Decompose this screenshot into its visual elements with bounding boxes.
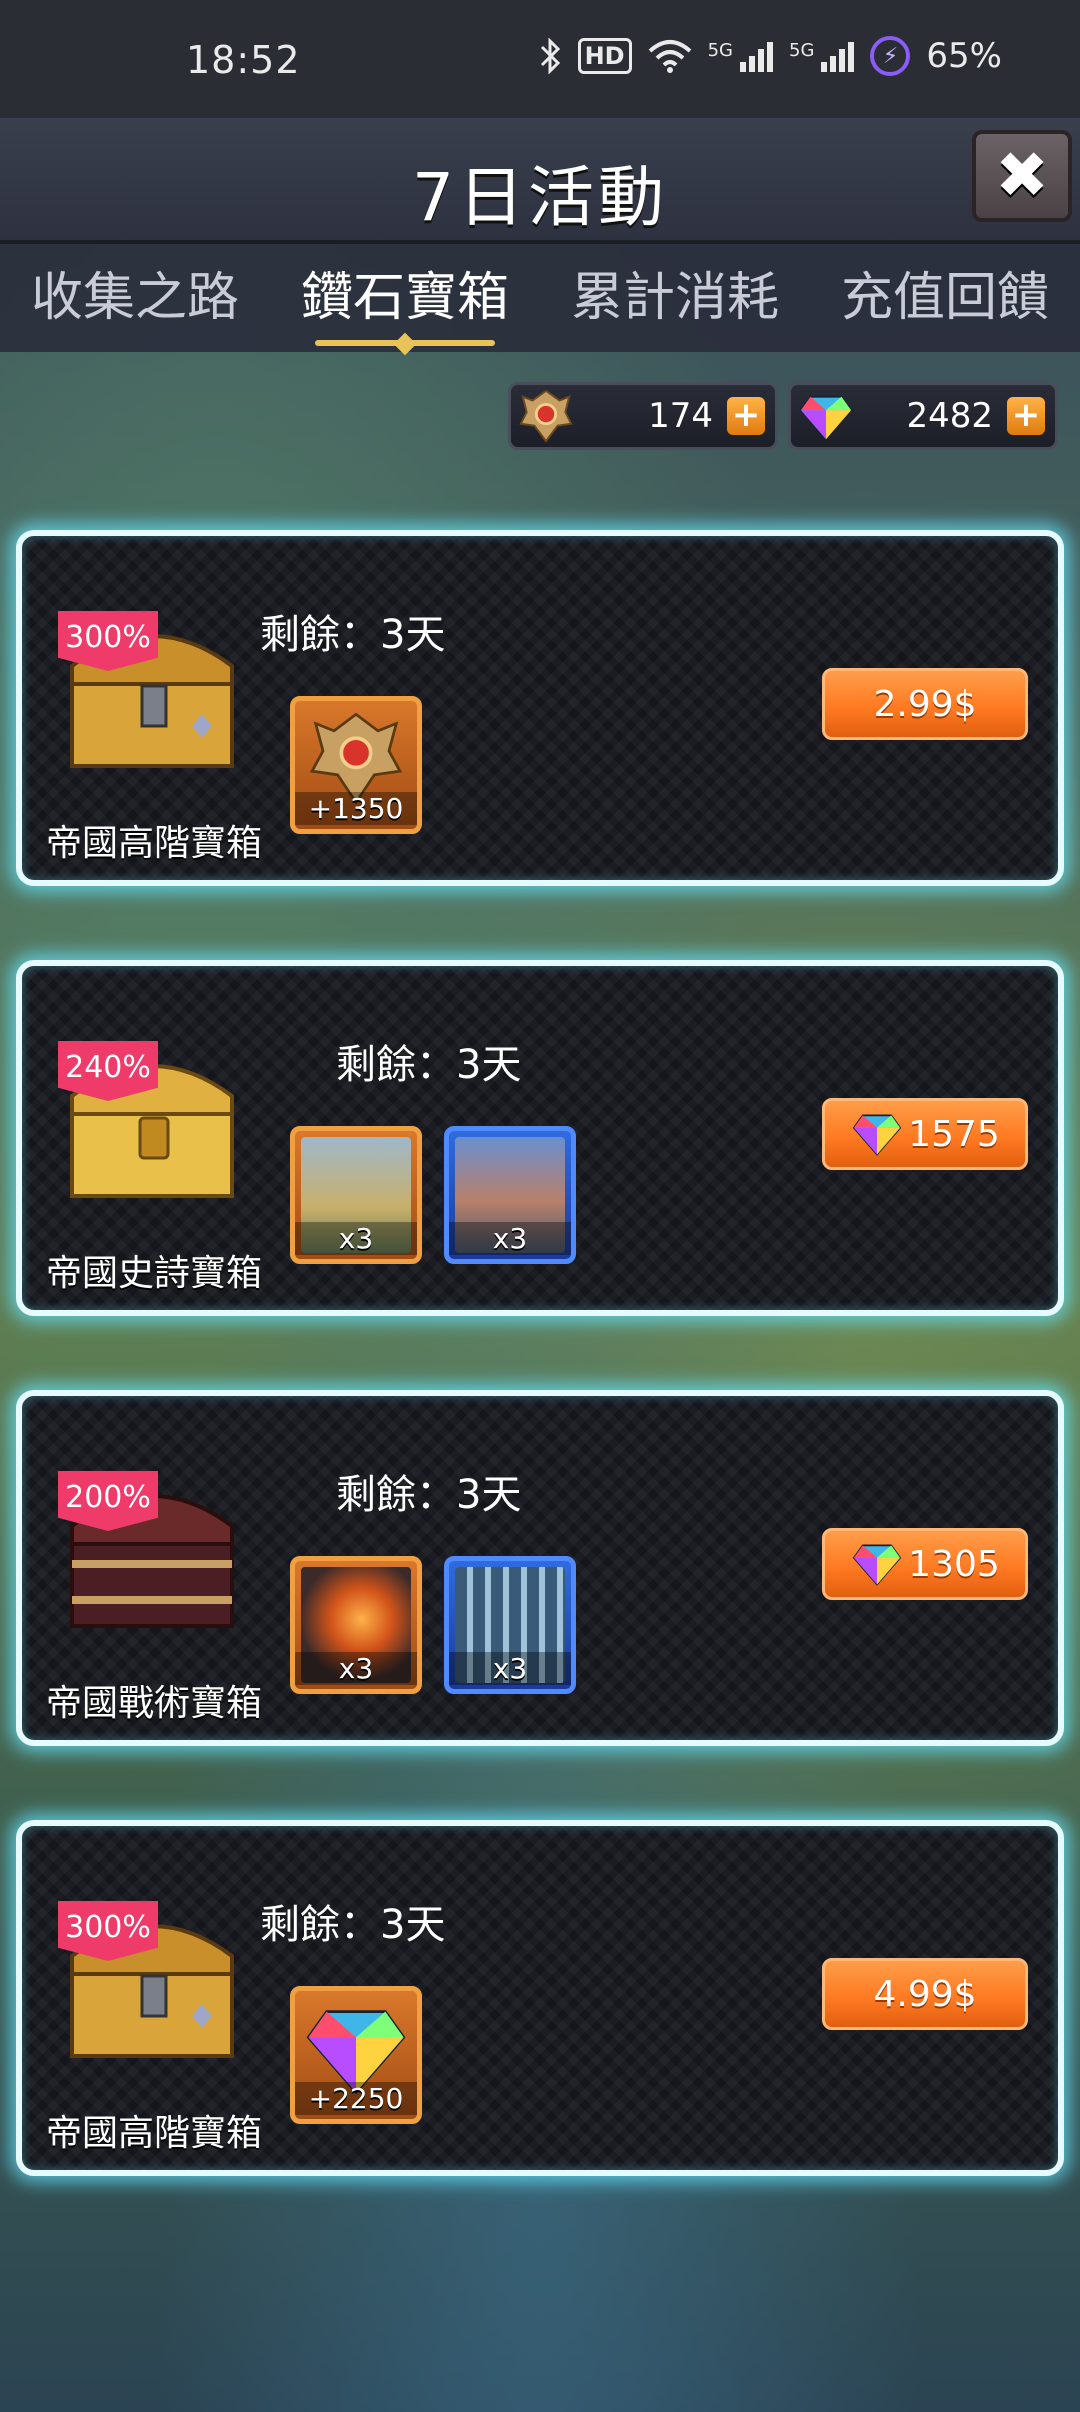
signal-icon: 5G (707, 40, 774, 72)
network-type-label: 5G (707, 40, 734, 61)
reward-quantity: x3 (295, 1222, 417, 1255)
remaining-time: 剩餘：3天 (260, 1902, 446, 1948)
pack-name: 帝國高階寶箱 (46, 2113, 263, 2154)
add-medals-button[interactable]: + (727, 397, 765, 435)
remaining-time: 剩餘：3天 (336, 1042, 522, 1088)
price-label: 2.99$ (873, 683, 977, 725)
pack-name: 帝國高階寶箱 (46, 823, 263, 864)
bluetooth-icon (538, 38, 562, 74)
pack-card: 240% 帝國史詩寶箱 剩餘：3天 x3 x3 1575 (16, 960, 1064, 1316)
reward-quantity: +1350 (295, 792, 417, 825)
medal-count: 174 (648, 396, 713, 436)
gem-currency-bar: 2482 + (788, 382, 1058, 450)
title-bar: 7日活動 ✖ (0, 118, 1080, 244)
price-label: 1575 (908, 1113, 1000, 1155)
wifi-icon (648, 39, 692, 73)
status-icons: HD 5G 5G ⚡ 65% (538, 36, 1002, 76)
gem-count: 2482 (906, 396, 993, 436)
reward-quantity: x3 (295, 1652, 417, 1685)
status-bar: 18:52 HD 5G 5G ⚡ 65% (0, 0, 1080, 118)
tab-recharge-reward[interactable]: 充值回饋 (810, 244, 1080, 352)
close-button[interactable]: ✖ (972, 130, 1072, 222)
battery-charging-icon: ⚡ (870, 36, 911, 76)
medal-currency-bar: 174 + (508, 382, 778, 450)
close-icon: ✖ (995, 139, 1049, 213)
reward-item[interactable]: x3 (290, 1126, 422, 1264)
pack-name: 帝國史詩寶箱 (46, 1253, 263, 1294)
reward-item[interactable]: +1350 (290, 696, 422, 834)
buy-button[interactable]: 1575 (822, 1098, 1028, 1170)
remaining-time: 剩餘：3天 (260, 612, 446, 658)
tab-cumulative-spend[interactable]: 累計消耗 (540, 244, 810, 352)
tab-bar: 收集之路 鑽石寶箱 累計消耗 充值回饋 (0, 244, 1080, 352)
add-gems-button[interactable]: + (1007, 397, 1045, 435)
reward-item[interactable]: x3 (290, 1556, 422, 1694)
remaining-time: 剩餘：3天 (336, 1472, 522, 1518)
price-label: 4.99$ (873, 1973, 977, 2015)
pack-card: 300% 帝國高階寶箱 剩餘：3天 +1350 2.99$ (16, 530, 1064, 886)
reward-item[interactable]: x3 (444, 1556, 576, 1694)
tab-collection-road[interactable]: 收集之路 (0, 244, 270, 352)
reward-item[interactable]: +2250 (290, 1986, 422, 2124)
page-title: 7日活動 (412, 159, 668, 236)
reward-quantity: x3 (449, 1222, 571, 1255)
status-time: 18:52 (186, 38, 301, 82)
battery-level: 65% (926, 36, 1002, 76)
pack-card: 300% 帝國高階寶箱 剩餘：3天 +2250 4.99$ (16, 1820, 1064, 2176)
buy-button[interactable]: 1305 (822, 1528, 1028, 1600)
reward-quantity: x3 (449, 1652, 571, 1685)
tab-diamond-chest[interactable]: 鑽石寶箱 (270, 244, 540, 352)
network-type-label-2: 5G (789, 40, 815, 61)
hd-voice-icon: HD (577, 38, 632, 74)
reward-quantity: +2250 (295, 2082, 417, 2115)
signal-icon-2: 5G (789, 40, 855, 72)
buy-button[interactable]: 4.99$ (822, 1958, 1028, 2030)
price-label: 1305 (908, 1543, 1000, 1585)
pack-name: 帝國戰術寶箱 (46, 1683, 263, 1724)
buy-button[interactable]: 2.99$ (822, 668, 1028, 740)
gem-icon (852, 1114, 902, 1156)
tab-active-indicator (315, 340, 495, 346)
pack-card: 200% 帝國戰術寶箱 剩餘：3天 x3 x3 1305 (16, 1390, 1064, 1746)
gem-icon (799, 395, 853, 441)
reward-item[interactable]: x3 (444, 1126, 576, 1264)
tab-label: 鑽石寶箱 (300, 268, 509, 328)
gem-icon (852, 1544, 902, 1586)
medal-icon (519, 389, 573, 443)
